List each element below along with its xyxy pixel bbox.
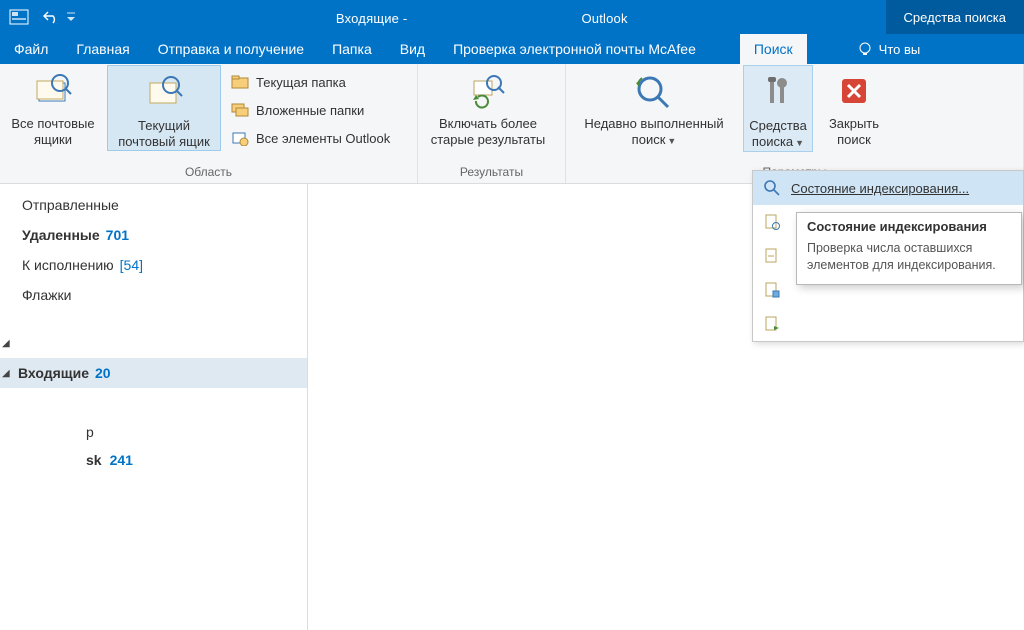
tooltip: Состояние индексирования Проверка числа … [796, 212, 1022, 285]
mailbox-icon [0, 70, 106, 112]
current-folder-option[interactable]: Текущая папка [230, 68, 390, 96]
nav-fragment: р [86, 424, 94, 440]
scope-options-list: Текущая папка Вложенные папки Все элемен… [222, 64, 400, 152]
quick-access-toolbar [0, 0, 78, 34]
search-status-icon [761, 177, 783, 199]
mailbox-icon [108, 72, 220, 114]
nav-sent[interactable]: Отправленные [0, 190, 307, 220]
lightbulb-icon [857, 41, 873, 57]
current-mailbox-button[interactable]: Текущий почтовый ящик [107, 65, 221, 151]
nav-deleted[interactable]: Удаленные701 [0, 220, 307, 250]
all-mailboxes-label: Все почтовые ящики [0, 116, 106, 148]
group-options: Недавно выполненный поиск▼ Средства поис… [566, 64, 1024, 183]
folder-pane: Отправленные Удаленные701 К исполнению[5… [0, 184, 308, 630]
tell-me[interactable]: Что вы [847, 34, 921, 64]
search-tools-label: Средства поиска▼ [744, 118, 812, 151]
search-tools-button[interactable]: Средства поиска▼ [743, 65, 813, 152]
nav-fragment: sk241 [86, 452, 133, 468]
document-icon [761, 245, 783, 267]
undo-icon[interactable] [38, 6, 64, 28]
document-icon [761, 313, 783, 335]
nav-flags[interactable]: Флажки [0, 280, 307, 310]
close-search-label: Закрыть поиск [814, 116, 894, 148]
menu-item-5[interactable] [753, 307, 1023, 341]
include-older-label: Включать более старые результаты [418, 116, 558, 148]
contextual-tab-label: Средства поиска [886, 0, 1024, 34]
all-outlook-items-option[interactable]: Все элементы Outlook [230, 124, 390, 152]
expand-icon[interactable]: ◢ [2, 338, 14, 349]
tab-file[interactable]: Файл [0, 34, 62, 64]
window-title: Входящие -Outlook [78, 8, 886, 26]
chevron-down-icon: ▼ [795, 138, 804, 148]
tab-mcafee[interactable]: Проверка электронной почты McAfee [439, 34, 710, 64]
app-icon[interactable] [6, 6, 32, 28]
tab-view[interactable]: Вид [386, 34, 439, 64]
nav-followup[interactable]: К исполнению[54] [0, 250, 307, 280]
indexing-status-item[interactable]: Состояние индексирования... [753, 171, 1023, 205]
refresh-search-icon [418, 70, 558, 112]
group-scope-label: Область [0, 163, 417, 183]
document-icon [761, 279, 783, 301]
current-mailbox-label: Текущий почтовый ящик [108, 118, 220, 150]
ribbon-tabs: Файл Главная Отправка и получение Папка … [0, 34, 1024, 64]
include-older-button[interactable]: Включать более старые результаты [418, 64, 558, 148]
tools-icon [744, 72, 812, 114]
group-results: Включать более старые результаты Результ… [418, 64, 566, 183]
close-search-button[interactable]: Закрыть поиск [814, 64, 894, 148]
tab-folder[interactable]: Папка [318, 34, 386, 64]
tab-search[interactable]: Поиск [740, 34, 807, 64]
folders-icon [230, 100, 250, 120]
recent-searches-button[interactable]: Недавно выполненный поиск▼ [566, 64, 742, 149]
nav-account[interactable]: ◢ [0, 328, 307, 358]
recent-searches-label: Недавно выполненный поиск▼ [566, 116, 742, 149]
tooltip-title: Состояние индексирования [807, 219, 1011, 234]
all-mailboxes-button[interactable]: Все почтовые ящики [0, 64, 106, 148]
title-bar: Входящие -Outlook Средства поиска [0, 0, 1024, 34]
document-icon [761, 211, 783, 233]
tooltip-body: Проверка числа оставшихся элементов для … [807, 240, 1011, 274]
ribbon: Все почтовые ящики Текущий почтовый ящик… [0, 64, 1024, 184]
group-scope: Все почтовые ящики Текущий почтовый ящик… [0, 64, 418, 183]
tab-send-receive[interactable]: Отправка и получение [144, 34, 318, 64]
group-results-label: Результаты [418, 163, 565, 183]
recent-search-icon [566, 70, 742, 112]
outlook-items-icon [230, 128, 250, 148]
expand-icon[interactable]: ◢ [2, 368, 14, 379]
folder-icon [230, 72, 250, 92]
subfolders-option[interactable]: Вложенные папки [230, 96, 390, 124]
nav-inbox[interactable]: ◢Входящие20 [0, 358, 307, 388]
nav-subfolders-obscured: р sk241 [20, 388, 307, 588]
close-icon [814, 70, 894, 112]
tab-home[interactable]: Главная [62, 34, 143, 64]
qat-customize-icon[interactable] [64, 12, 78, 22]
chevron-down-icon: ▼ [667, 136, 676, 146]
